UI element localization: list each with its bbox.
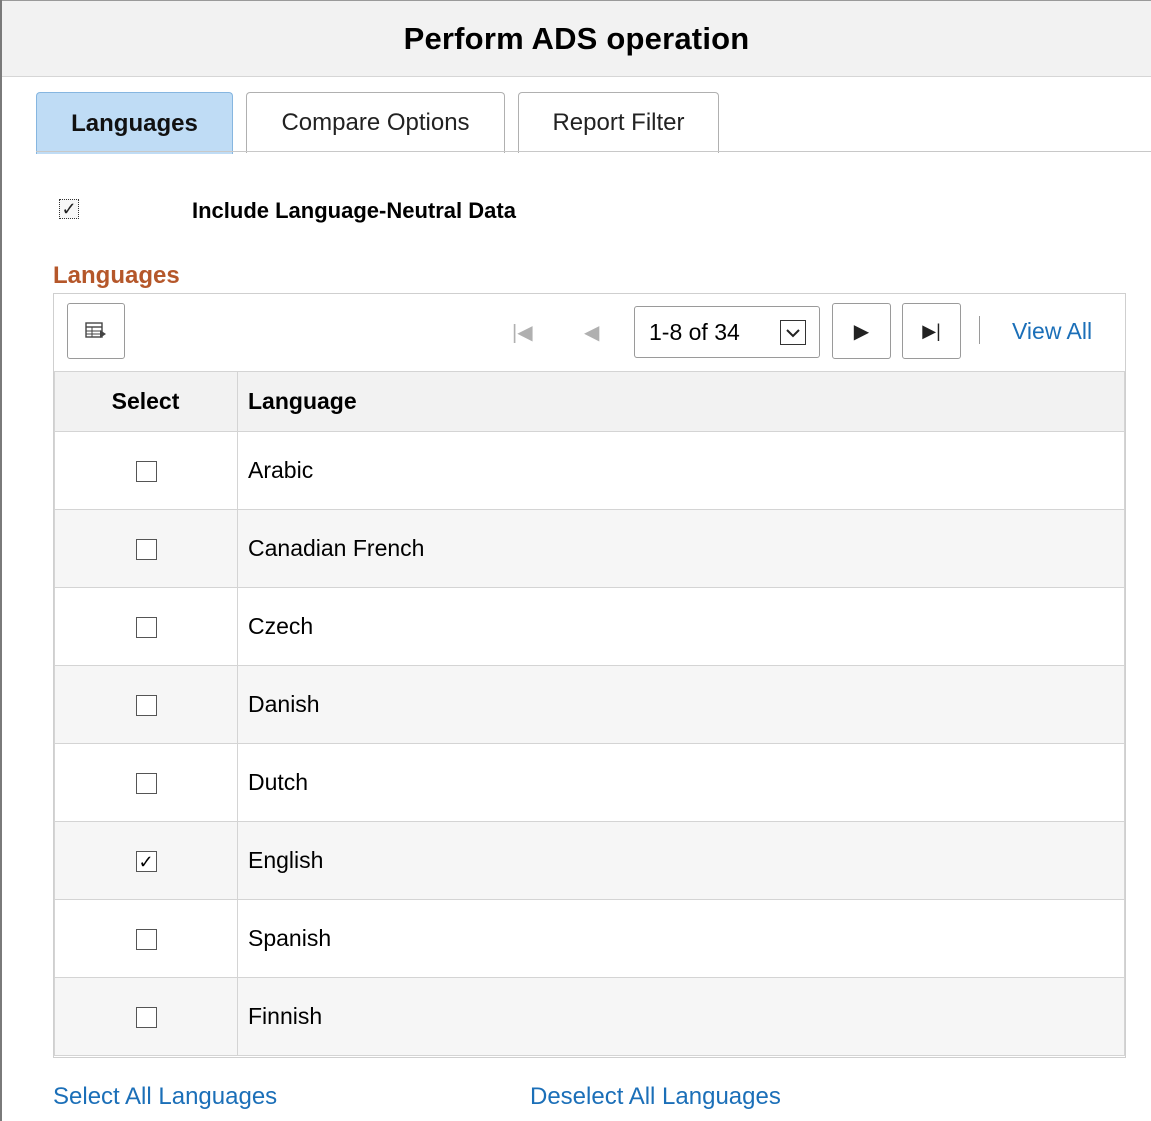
chevron-down-icon xyxy=(780,320,806,345)
include-neutral-label: Include Language-Neutral Data xyxy=(192,198,516,223)
languages-section-title: Languages xyxy=(53,262,180,289)
row-select-checkbox[interactable] xyxy=(135,617,157,639)
row-select-checkbox[interactable]: ✓ xyxy=(135,851,157,873)
column-header-language[interactable]: Language xyxy=(237,371,1125,432)
language-cell: Danish xyxy=(237,665,1125,744)
select-cell: ✓ xyxy=(54,821,238,900)
tab-languages[interactable]: Languages xyxy=(36,92,233,154)
languages-grid: |◀ ◀ 1-8 of 34 ▶ ▶| View All Select Lang… xyxy=(53,293,1126,1058)
last-page-icon: ▶| xyxy=(922,320,941,341)
tab-divider xyxy=(36,151,1151,152)
toolbar-separator xyxy=(979,316,980,344)
checkmark-icon: ✓ xyxy=(138,851,154,872)
page-range-select[interactable]: 1-8 of 34 xyxy=(634,306,820,358)
select-all-languages-link[interactable]: Select All Languages xyxy=(53,1083,277,1111)
row-select-checkbox[interactable] xyxy=(135,773,157,795)
previous-page-icon[interactable]: ◀ xyxy=(584,320,599,345)
select-cell xyxy=(54,743,238,822)
language-cell: Finnish xyxy=(237,977,1125,1056)
language-cell: English xyxy=(237,821,1125,900)
table-row: Arabic xyxy=(54,431,1125,510)
select-cell xyxy=(54,899,238,978)
page-range-value: 1-8 of 34 xyxy=(649,318,740,345)
table-row: Spanish xyxy=(54,899,1125,978)
select-cell xyxy=(54,587,238,666)
table-row: Danish xyxy=(54,665,1125,744)
languages-table: Select Language Arabic Canadian French Cze… xyxy=(54,371,1125,1056)
table-row: Finnish xyxy=(54,977,1125,1056)
select-cell xyxy=(54,977,238,1056)
language-cell: Czech xyxy=(237,587,1125,666)
next-page-icon: ▶ xyxy=(853,320,870,343)
table-row: Czech xyxy=(54,587,1125,666)
checkmark-icon: ✓ xyxy=(61,199,77,219)
table-header-row: Select Language xyxy=(54,371,1125,432)
row-select-checkbox[interactable] xyxy=(135,695,157,717)
table-row: Dutch xyxy=(54,743,1125,822)
row-select-checkbox[interactable] xyxy=(135,461,157,483)
select-cell xyxy=(54,431,238,510)
tab-report-filter[interactable]: Report Filter xyxy=(518,92,719,153)
last-page-button[interactable]: ▶| xyxy=(902,303,961,359)
language-cell: Spanish xyxy=(237,899,1125,978)
next-page-button[interactable]: ▶ xyxy=(832,303,891,359)
table-row: ✓ English xyxy=(54,821,1125,900)
language-cell: Canadian French xyxy=(237,509,1125,588)
include-neutral-checkbox[interactable]: ✓ xyxy=(59,199,79,219)
first-page-icon[interactable]: |◀ xyxy=(512,320,533,345)
select-cell xyxy=(54,665,238,744)
personalize-grid-button[interactable] xyxy=(67,303,125,359)
deselect-all-languages-link[interactable]: Deselect All Languages xyxy=(530,1083,781,1111)
row-select-checkbox[interactable] xyxy=(135,1007,157,1029)
tab-bar: Languages Compare Options Report Filter xyxy=(36,92,732,154)
row-select-checkbox[interactable] xyxy=(135,929,157,951)
column-header-select[interactable]: Select xyxy=(54,371,238,432)
language-cell: Arabic xyxy=(237,431,1125,510)
page-title: Perform ADS operation xyxy=(403,20,750,56)
table-body: Arabic Canadian French Czech Danish Dutch ✓ En… xyxy=(54,431,1125,1056)
tab-compare-options[interactable]: Compare Options xyxy=(246,92,505,153)
table-row: Canadian French xyxy=(54,509,1125,588)
grid-toolbar: |◀ ◀ 1-8 of 34 ▶ ▶| View All xyxy=(54,294,1125,371)
window-left-border xyxy=(0,0,2,1121)
select-cell xyxy=(54,509,238,588)
row-select-checkbox[interactable] xyxy=(135,539,157,561)
page-header: Perform ADS operation xyxy=(2,1,1151,77)
view-all-link[interactable]: View All xyxy=(1012,318,1092,345)
grid-personalize-icon xyxy=(85,322,106,338)
language-cell: Dutch xyxy=(237,743,1125,822)
